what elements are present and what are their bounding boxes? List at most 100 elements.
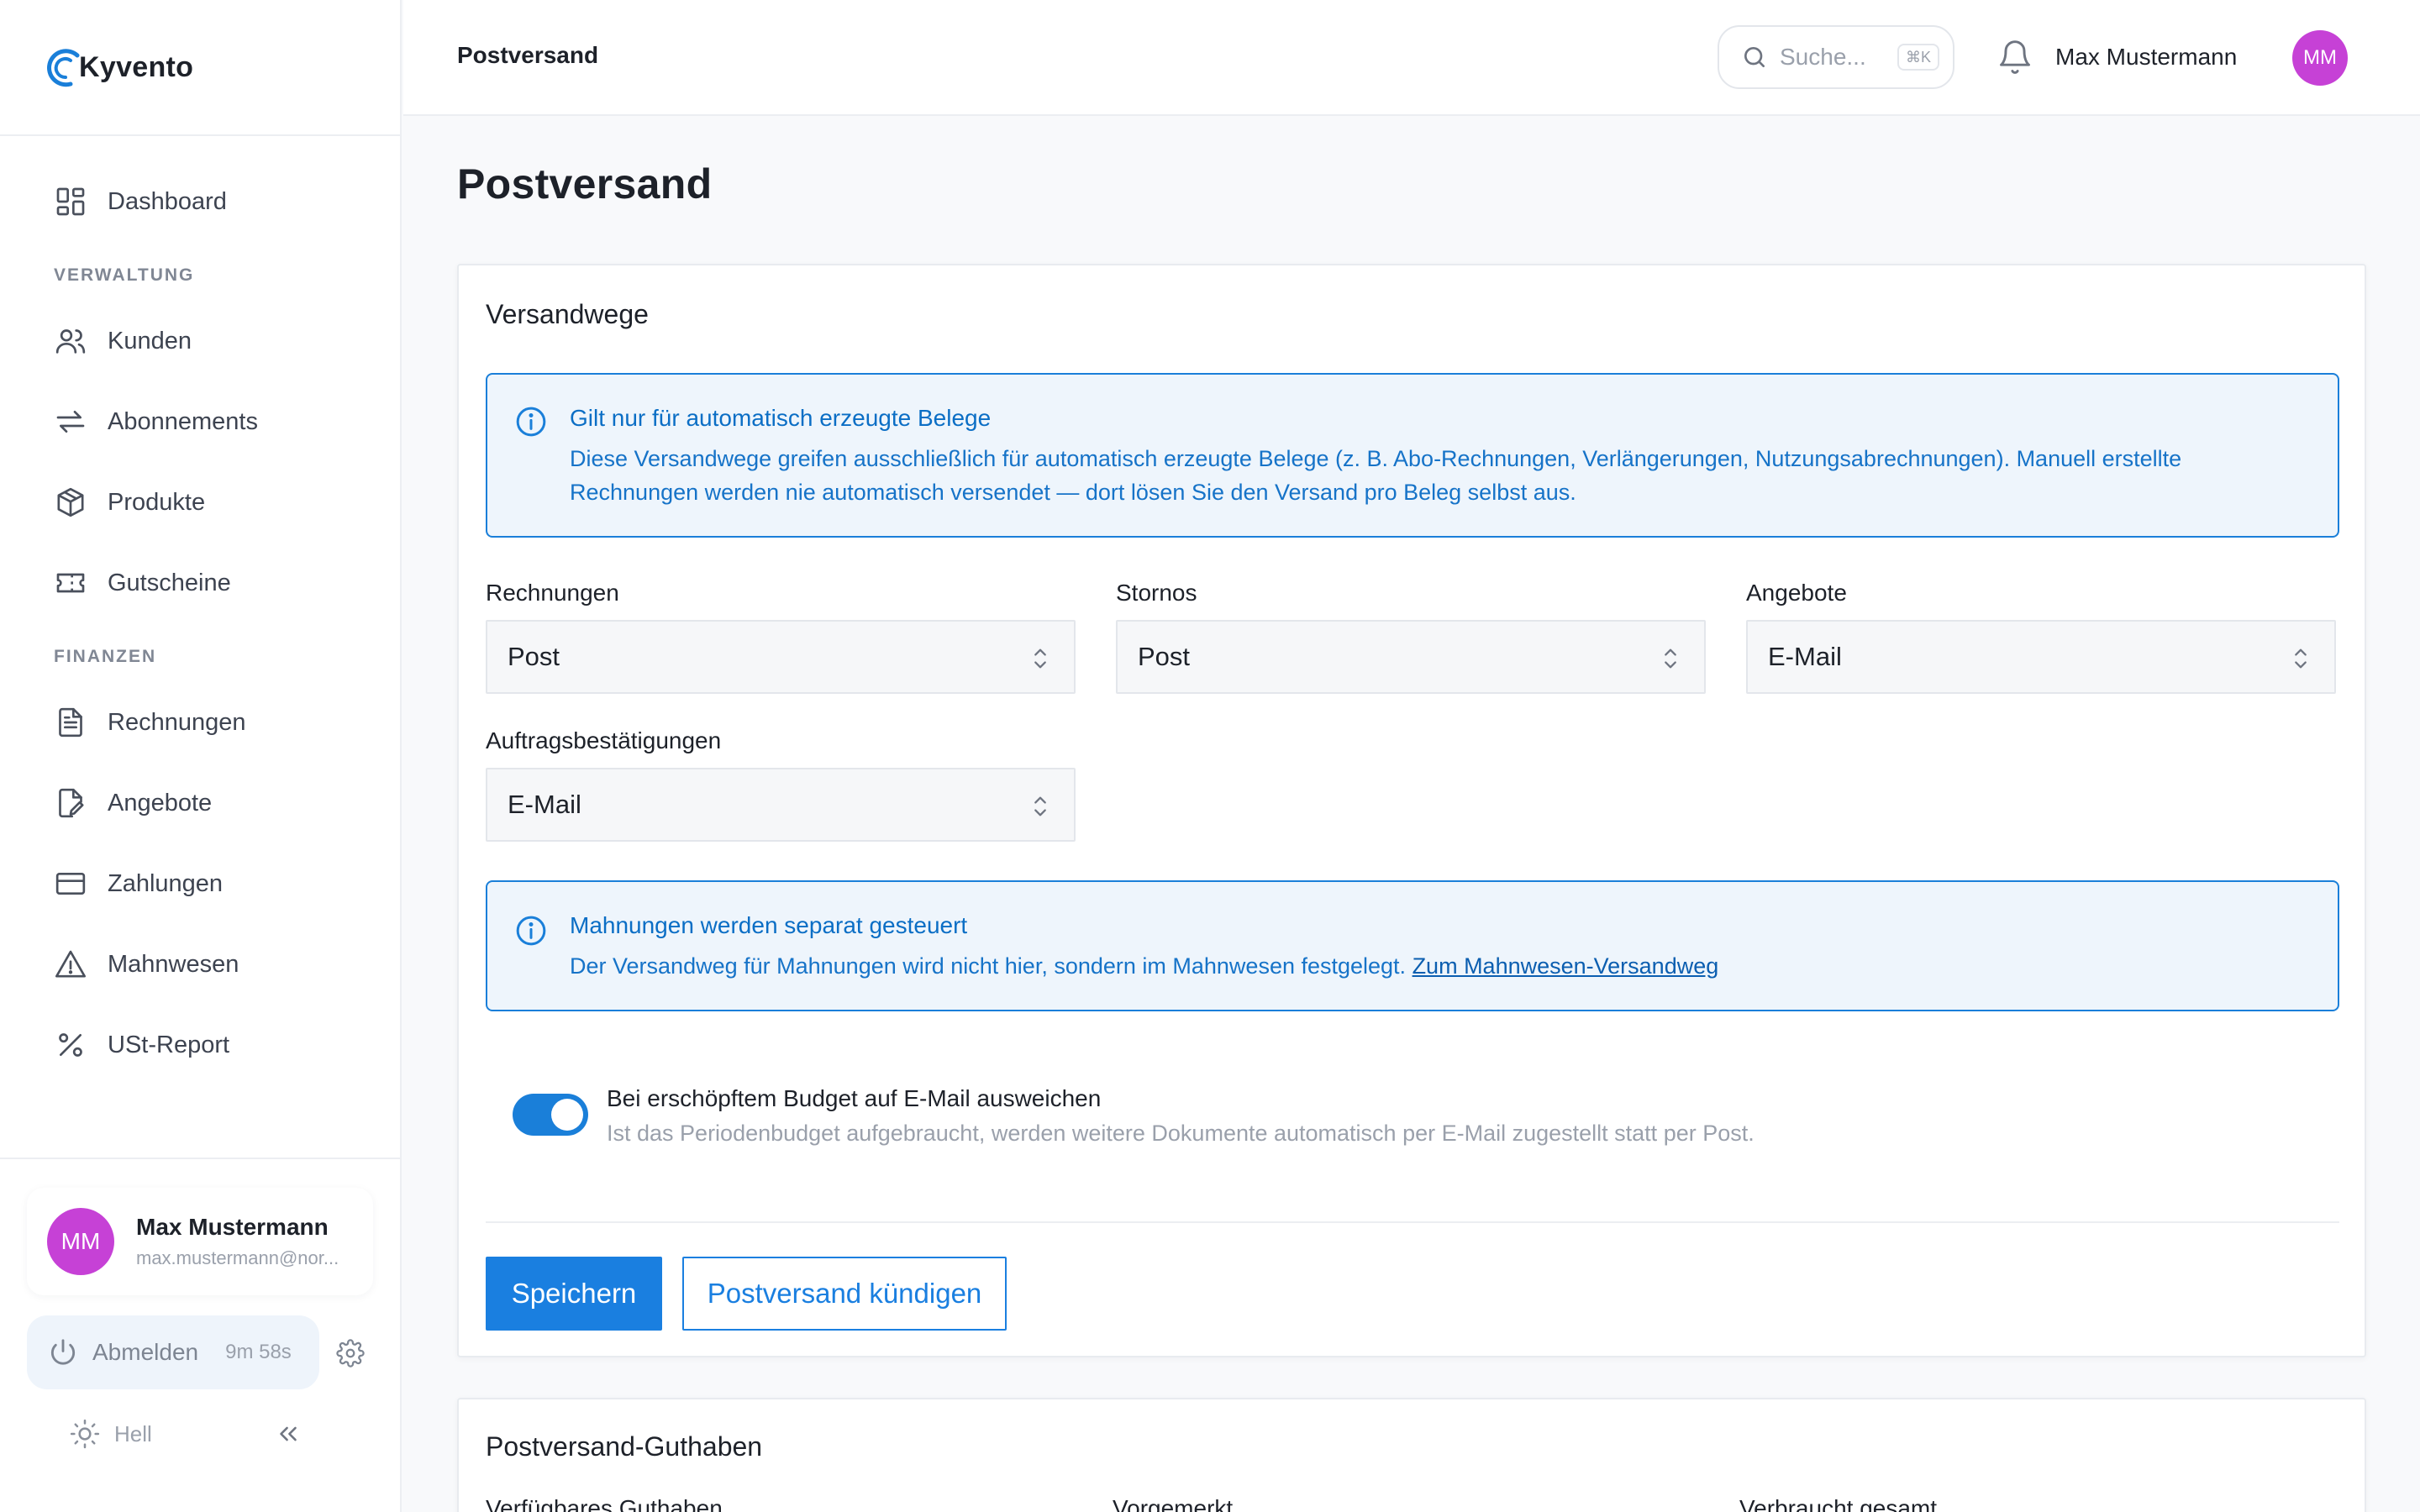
info-title: Mahnungen werden separat gesteuert [570,912,968,938]
top-avatar[interactable]: MM [2292,30,2348,86]
divider [486,1221,2339,1223]
sidebar-item-label: Kunden [108,327,192,354]
chevrons-left-icon[interactable] [274,1420,302,1448]
search-shortcut: ⌘K [1897,44,1940,71]
label-rechnungen: Rechnungen [486,580,619,606]
ticket-icon [56,573,85,593]
info-icon [516,407,546,437]
mahnwesen-link[interactable]: Zum Mahnwesen-Versandweg [1413,953,1719,979]
toggle-knob [551,1099,583,1131]
info-box-mahnung: Mahnungen werden separat gesteuert Der V… [486,880,2339,1011]
page-title: Postversand [457,160,713,207]
sidebar-item-produkte[interactable]: Produkte [0,462,400,543]
logo-area: Kyvento [0,0,400,136]
section-title: Postversand-Guthaben [486,1431,763,1462]
toggle-title: Bei erschöpftem Budget auf E-Mail auswei… [607,1085,1102,1111]
sidebar: Kyvento Dashboard VERWALTUNG Kunden Abon… [0,0,402,1512]
topbar: Postversand ⌘K Max Mustermann MM [403,0,2420,116]
sidebar-item-ust-report[interactable]: USt-Report [0,1005,400,1085]
select-value: Post [508,642,560,671]
info-text: Der Versandweg für Mahnungen wird nicht … [570,949,2301,983]
sidebar-item-label: Zahlungen [108,869,224,897]
sidebar-item-label: Produkte [108,488,206,516]
warning-icon [55,950,86,978]
gear-icon[interactable] [336,1339,365,1368]
session-timer: 9m 58s [225,1341,292,1363]
select-angebote[interactable]: E-Mail [1746,620,2336,694]
credit-card-icon [55,873,86,895]
info-text-line: Diese Versandwege greifen ausschließlich… [570,446,2182,471]
dashboard-icon [56,187,85,216]
select-stornos[interactable]: Post [1116,620,1706,694]
user-card[interactable]: MM Max Mustermann max.mustermann@nor... [27,1188,373,1295]
user-email: max.mustermann@nor... [136,1247,339,1268]
info-text-line: Rechnungen werden nie automatisch versen… [570,480,1576,505]
label-angebote: Angebote [1746,580,1847,606]
sidebar-item-zahlungen[interactable]: Zahlungen [0,843,400,924]
info-box-auto: Gilt nur für automatisch erzeugte Belege… [486,373,2339,538]
file-edit-icon [59,788,84,818]
chevron-updown-icon [1665,648,1676,669]
user-name: Max Mustermann [136,1214,329,1240]
logout-label: Abmelden [92,1339,199,1365]
section-finanzen: FINANZEN [54,647,157,666]
sidebar-item-label: Dashboard [108,187,227,215]
repeat-icon [56,411,85,433]
info-icon [516,916,546,946]
sidebar-nav: Dashboard VERWALTUNG Kunden Abonnements … [0,136,400,1085]
users-icon [55,329,86,354]
sidebar-item-label: Rechnungen [108,708,246,736]
cancel-postversand-button[interactable]: Postversand kündigen [682,1257,1007,1331]
avatar: MM [47,1208,114,1275]
select-value: E-Mail [1768,642,1842,671]
package-icon [57,487,84,517]
search-icon [1744,47,1765,67]
sidebar-item-label: Angebote [108,789,213,816]
sidebar-item-dashboard[interactable]: Dashboard [0,161,400,242]
info-text: Diese Versandwege greifen ausschließlich… [570,442,2301,509]
sidebar-item-label: Mahnwesen [108,950,239,978]
sidebar-item-abonnements[interactable]: Abonnements [0,381,400,462]
stat-label-vorgemerkt: Vorgemerkt [1113,1495,1234,1512]
select-value: E-Mail [508,790,581,819]
chevron-updown-icon [1034,648,1046,669]
sun-icon [70,1419,100,1449]
bell-icon[interactable] [1996,39,2033,76]
sidebar-item-label: USt-Report [108,1031,230,1058]
search-box[interactable]: ⌘K [1718,25,1954,89]
breadcrumb: Postversand [457,42,599,68]
user-info: Max Mustermann max.mustermann@nor... [136,1214,339,1269]
info-title: Gilt nur für automatisch erzeugte Belege [570,405,992,431]
sidebar-item-label: Abonnements [108,407,258,435]
chevron-updown-icon [2295,648,2307,669]
select-auftragsbestaetigungen[interactable]: E-Mail [486,768,1076,842]
sidebar-item-kunden[interactable]: Kunden [0,301,400,381]
theme-label: Hell [114,1420,152,1446]
logout-button[interactable]: Abmelden 9m 58s [27,1315,319,1389]
fallback-email-toggle[interactable] [513,1094,588,1136]
logo[interactable]: Kyvento [45,45,193,89]
save-button[interactable]: Speichern [486,1257,662,1331]
sidebar-item-rechnungen[interactable]: Rechnungen [0,682,400,763]
section-title: Versandwege [486,299,649,329]
file-text-icon [59,707,82,738]
top-user-name[interactable]: Max Mustermann [2055,44,2237,71]
label-stornos: Stornos [1116,580,1197,606]
versandwege-card: Versandwege Gilt nur für automatisch erz… [457,264,2366,1357]
theme-toggle[interactable]: Hell [69,1413,152,1455]
chevron-updown-icon [1034,796,1046,816]
percent-icon [59,1033,82,1057]
select-rechnungen[interactable]: Post [486,620,1076,694]
stat-label-verbraucht: Verbraucht gesamt [1739,1495,1938,1512]
info-text-body: Der Versandweg für Mahnungen wird nicht … [570,953,1413,979]
stat-label-verfuegbar: Verfügbares Guthaben [486,1495,723,1512]
logo-text: Kyvento [79,50,194,83]
power-icon [50,1339,76,1365]
sidebar-item-mahnwesen[interactable]: Mahnwesen [0,924,400,1005]
search-input[interactable] [1780,44,1889,71]
sidebar-item-angebote[interactable]: Angebote [0,763,400,843]
label-auftragsbestaetigungen: Auftragsbestätigungen [486,727,722,753]
select-value: Post [1138,642,1191,671]
sidebar-item-gutscheine[interactable]: Gutscheine [0,543,400,623]
guthaben-card: Postversand-Guthaben Verfügbares Guthabe… [457,1398,2366,1512]
